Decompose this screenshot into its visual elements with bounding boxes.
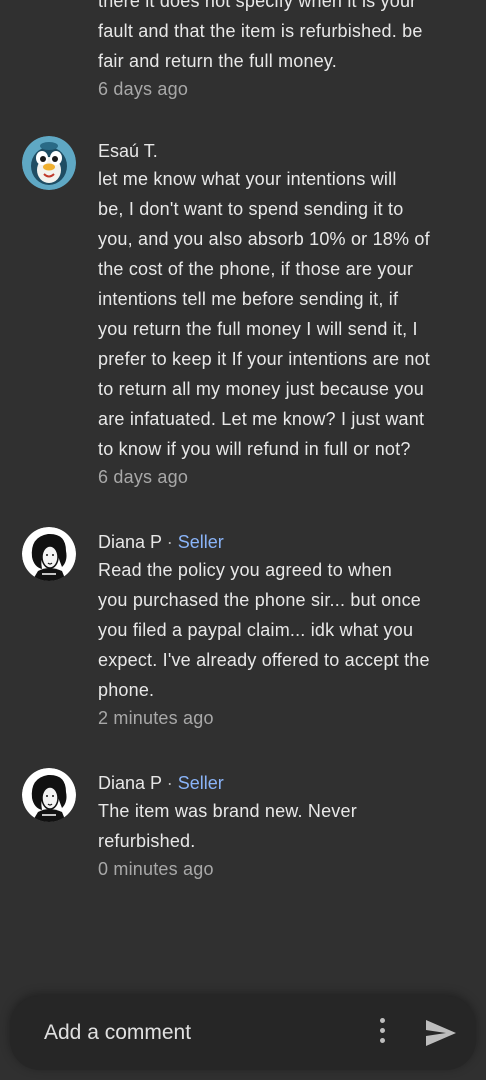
- comment-text: The item was brand new. Never refurbishe…: [98, 796, 470, 856]
- comment-author[interactable]: Esaú T.: [98, 138, 470, 164]
- comment-composer[interactable]: Add a comment: [10, 996, 476, 1070]
- comment-line: to return all my money just because you: [98, 379, 424, 399]
- comment-line: are infatuated. Let me know? I just want: [98, 409, 425, 429]
- comment-line: phone.: [98, 680, 155, 700]
- author-name[interactable]: Diana P: [98, 773, 162, 793]
- comment-text: there it does not specify when it is you…: [98, 0, 470, 76]
- comment-timestamp: 6 days ago: [98, 79, 189, 99]
- dot: [380, 1038, 385, 1043]
- comment-line: Read the policy you agreed to when: [98, 560, 392, 580]
- comment-author[interactable]: Diana P · Seller: [98, 770, 470, 796]
- comment-line: prefer to keep it If your intentions are…: [98, 349, 430, 369]
- comment-line: to know if you will refund in full or no…: [98, 439, 411, 459]
- more-vertical-icon[interactable]: [372, 1018, 392, 1048]
- portrait-avatar-icon[interactable]: [22, 527, 76, 581]
- penguin-avatar-icon[interactable]: [22, 136, 76, 190]
- seller-badge: Seller: [177, 532, 224, 552]
- comment-timestamp: 2 minutes ago: [98, 708, 214, 728]
- dot: [380, 1028, 385, 1033]
- comment-line: you purchased the phone sir... but once: [98, 590, 422, 610]
- portrait-avatar-icon[interactable]: [22, 768, 76, 822]
- comment-input[interactable]: Add a comment: [44, 1020, 191, 1046]
- comment-text: Read the policy you agreed to when you p…: [98, 555, 470, 705]
- comment-line: refurbished.: [98, 831, 196, 851]
- comment-line: there it does not specify when it is you…: [98, 0, 417, 11]
- comment-line: fair and return the full money.: [98, 51, 337, 71]
- comment-line: expect. I've already offered to accept t…: [98, 650, 430, 670]
- comment-line: let me know what your intentions will: [98, 169, 397, 189]
- comment-timestamp: 6 days ago: [98, 467, 189, 487]
- comment-line: you return the full money I will send it…: [98, 319, 418, 339]
- author-name[interactable]: Diana P: [98, 532, 162, 552]
- comment-text: let me know what your intentions will be…: [98, 164, 470, 464]
- comment-line: be, I don't want to spend sending it to: [98, 199, 404, 219]
- comment-line: you filed a paypal claim... idk what you: [98, 620, 414, 640]
- author-name[interactable]: Esaú T.: [98, 141, 158, 161]
- dot: [380, 1018, 385, 1023]
- author-separator: ·: [166, 532, 173, 552]
- seller-badge: Seller: [177, 773, 224, 793]
- send-icon[interactable]: [424, 1018, 458, 1048]
- comment-line: intentions tell me before sending it, if: [98, 289, 399, 309]
- comment-line: the cost of the phone, if those are your: [98, 259, 414, 279]
- comment-line: fault and that the item is refurbished. …: [98, 21, 423, 41]
- comment-author[interactable]: Diana P · Seller: [98, 529, 470, 555]
- comment-timestamp: 0 minutes ago: [98, 859, 214, 879]
- comment-line: The item was brand new. Never: [98, 801, 357, 821]
- comment-line: you, and you also absorb 10% or 18% of: [98, 229, 430, 249]
- author-separator: ·: [166, 773, 173, 793]
